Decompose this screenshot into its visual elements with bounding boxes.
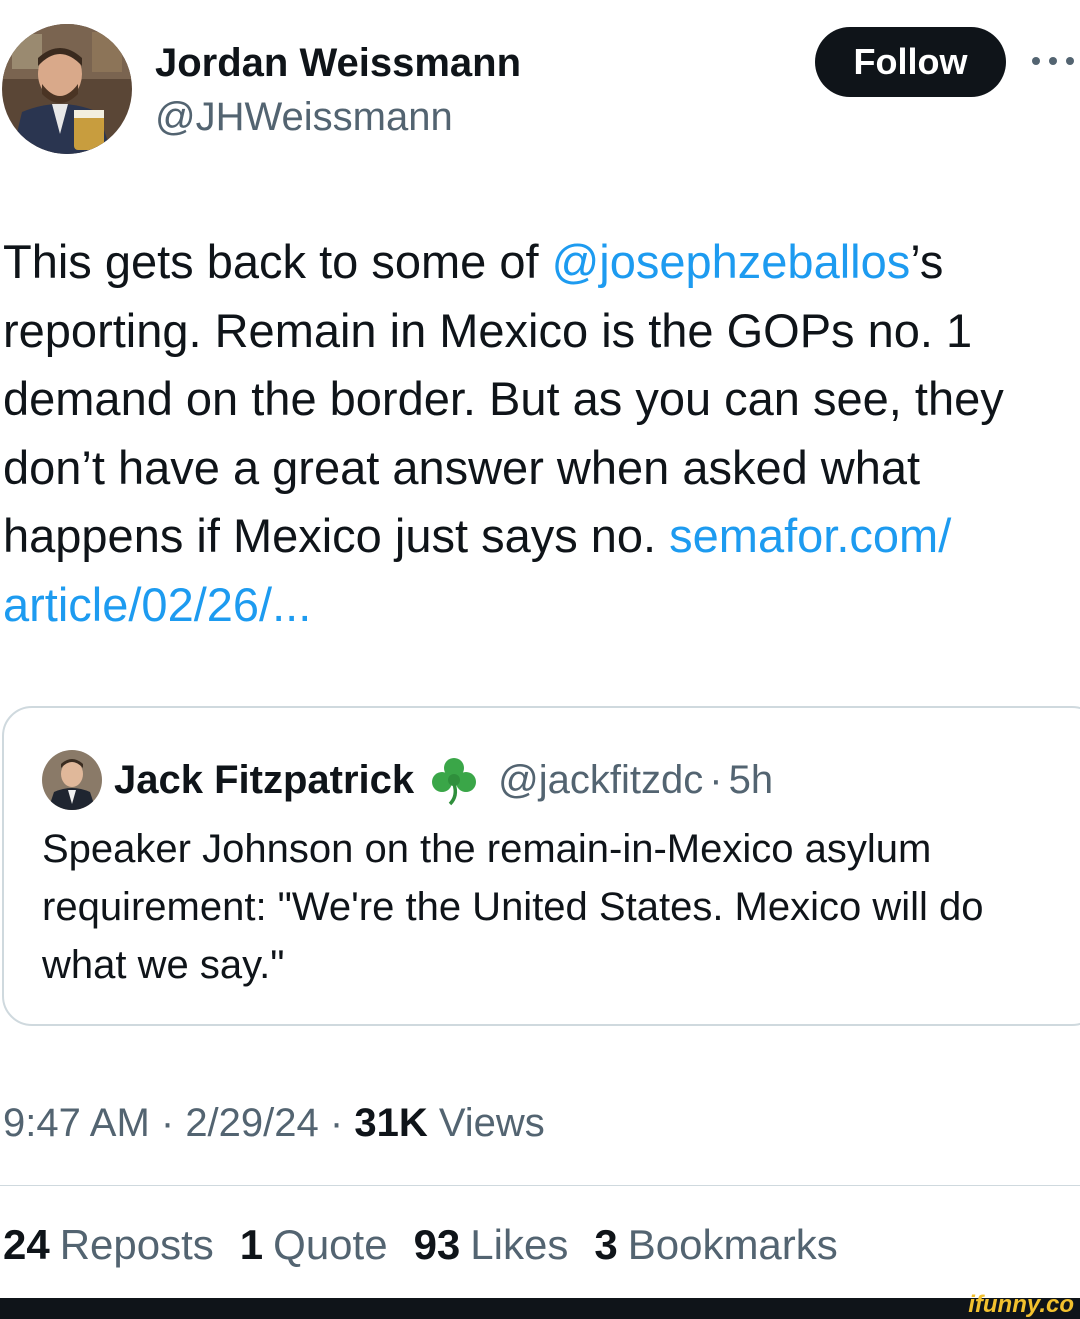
more-horizontal-icon (1032, 57, 1074, 65)
quote-author-name[interactable]: Jack Fitzpatrick (114, 754, 414, 806)
shamrock-icon (428, 754, 480, 806)
likes-count: 93 (413, 1221, 461, 1268)
tweet-meta: 9:47 AM · 2/29/24 · 31K Views (3, 1097, 545, 1149)
quote-text: Speaker Johnson on the remain-in-Mexico … (42, 827, 984, 987)
article-link[interactable]: semafor.com/ (669, 509, 951, 562)
quotes-label: Quote (273, 1221, 388, 1268)
tweet-time[interactable]: 9:47 AM (3, 1101, 150, 1145)
author-avatar[interactable] (2, 24, 132, 154)
watermark-bar (0, 1298, 1080, 1319)
tweet-text-part: This gets back to some of (3, 235, 552, 288)
tweet-text: This gets back to some of @josephzeballo… (3, 228, 1078, 639)
mention-link[interactable]: @josephzeballos (552, 235, 911, 288)
bookmarks-count: 3 (594, 1221, 618, 1268)
separator-dot: · (318, 1101, 355, 1145)
quote-avatar (42, 750, 102, 810)
bookmarks-label: Bookmarks (627, 1221, 838, 1268)
quotes-count: 1 (239, 1221, 264, 1268)
separator-dot: · (709, 758, 723, 802)
views-count: 31K (354, 1101, 428, 1145)
quoted-tweet-card[interactable]: Jack Fitzpatrick @jackfitzdc · 5h Speake… (2, 706, 1080, 1026)
bookmarks-stat[interactable]: 3 Bookmarks (594, 1218, 837, 1272)
more-options-button[interactable] (1030, 46, 1080, 76)
reposts-count: 24 (3, 1221, 50, 1268)
quotes-stat[interactable]: 1 Quote (240, 1218, 388, 1272)
engagement-stats: 24 Reposts 1 Quote 93 Likes 3 Bookmarks (3, 1218, 864, 1272)
reposts-label: Reposts (59, 1221, 214, 1268)
tweet-date[interactable]: 2/29/24 (185, 1101, 318, 1145)
divider (0, 1185, 1080, 1186)
quote-author-handle[interactable]: @jackfitzdc (498, 754, 703, 806)
reposts-stat[interactable]: 24 Reposts (3, 1218, 214, 1272)
watermark-logo: ifunny.co (968, 1291, 1074, 1318)
quote-timestamp[interactable]: 5h (729, 754, 774, 806)
views-label: Views (427, 1101, 545, 1145)
separator-dot: · (149, 1101, 186, 1145)
article-link[interactable]: article/02/26/... (3, 578, 311, 631)
likes-label: Likes (470, 1221, 569, 1268)
author-name[interactable]: Jordan Weissmann (155, 38, 521, 88)
follow-button[interactable]: Follow (815, 27, 1006, 97)
likes-stat[interactable]: 93 Likes (414, 1218, 569, 1272)
profile-photo-icon (42, 750, 102, 810)
quote-header: Jack Fitzpatrick @jackfitzdc · 5h (114, 754, 773, 806)
profile-photo-icon (2, 24, 132, 154)
author-handle[interactable]: @JHWeissmann (155, 92, 453, 142)
